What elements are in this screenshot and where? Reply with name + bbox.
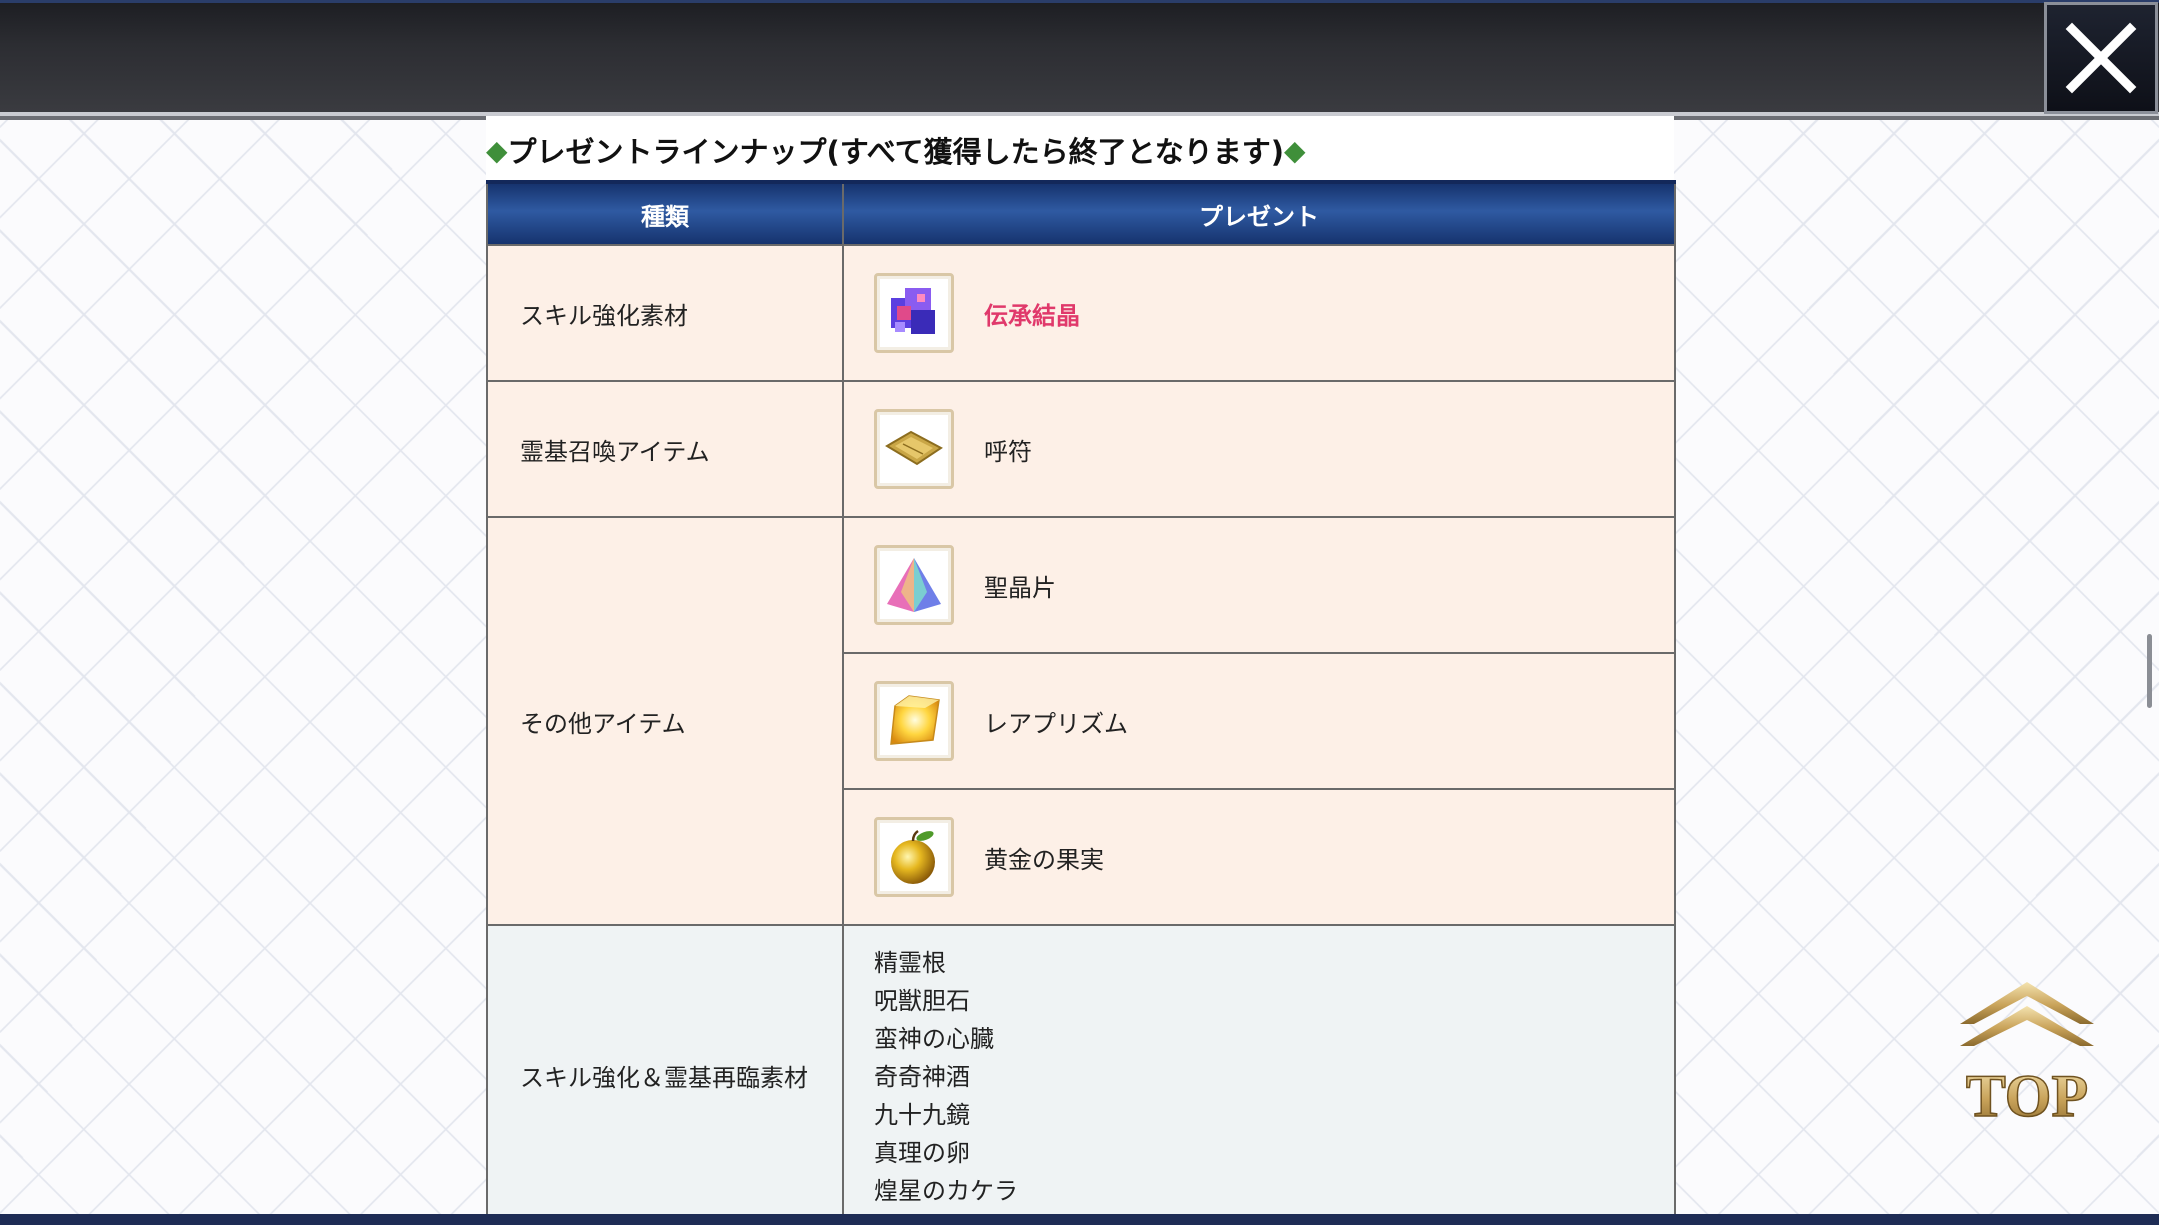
rare-prism-icon <box>874 681 954 761</box>
chevron-up-icon <box>1960 982 2094 1046</box>
scrollbar-thumb[interactable] <box>2147 634 2152 708</box>
present-cell: 伝承結晶 <box>842 244 1676 382</box>
list-item: 真理の卵 <box>874 1139 970 1167</box>
diamond-right-icon: ◆ <box>1284 133 1306 167</box>
header-present: プレゼント <box>842 180 1676 246</box>
present-name: 聖晶片 <box>984 573 1056 602</box>
list-item: 蛮神の心臓 <box>874 1025 994 1053</box>
materials-list: 精霊根 呪獣胆石 蛮神の心臓 奇奇神酒 九十九鏡 真理の卵 煌星のカケラ <box>844 926 1674 1210</box>
present-cell: 聖晶片 <box>842 516 1676 654</box>
close-icon <box>2065 22 2137 94</box>
materials-cell: 精霊根 呪獣胆石 蛮神の心臓 奇奇神酒 九十九鏡 真理の卵 煌星のカケラ <box>842 924 1676 1225</box>
summon-ticket-icon <box>874 409 954 489</box>
list-item: 奇奇神酒 <box>874 1063 970 1091</box>
present-cell: 呼符 <box>842 380 1676 518</box>
list-item: 九十九鏡 <box>874 1101 970 1129</box>
present-name: 伝承結晶 <box>984 301 1080 330</box>
bottom-bar <box>0 1214 2159 1225</box>
header-bar <box>0 0 2159 116</box>
table-row: 霊基召喚アイテム 呼符 <box>486 380 1676 518</box>
kind-cell: 霊基召喚アイテム <box>486 380 844 518</box>
table-row: スキル強化素材 伝承結晶 <box>486 244 1676 382</box>
kind-cell: その他アイテム <box>486 516 844 926</box>
kind-cell: スキル強化素材 <box>486 244 844 382</box>
present-lineup-table: 種類 プレゼント スキル強化素材 伝承結晶 霊基召喚アイテム 呼符 その他アイテ… <box>486 180 1676 1225</box>
present-name: レアプリズム <box>984 709 1128 738</box>
back-to-top-button[interactable]: TOP <box>1952 976 2102 1130</box>
present-cell: 黄金の果実 <box>842 788 1676 926</box>
table-row: その他アイテム 聖晶片 <box>486 516 1676 926</box>
saint-quartz-fragment-icon <box>874 545 954 625</box>
present-cell: レアプリズム <box>842 652 1676 790</box>
kind-cell: スキル強化＆霊基再臨素材 <box>486 924 844 1225</box>
header-kind: 種類 <box>486 180 844 246</box>
top-label: TOP <box>1966 1063 2088 1126</box>
list-item: 精霊根 <box>874 949 946 977</box>
legend-crystal-icon <box>874 273 954 353</box>
golden-fruit-icon <box>874 817 954 897</box>
table-row: スキル強化＆霊基再臨素材 精霊根 呪獣胆石 蛮神の心臓 奇奇神酒 九十九鏡 真理… <box>486 924 1676 1225</box>
diamond-left-icon: ◆ <box>486 133 508 167</box>
list-item: 煌星のカケラ <box>874 1177 1018 1205</box>
list-item: 呪獣胆石 <box>874 987 970 1015</box>
section-title-text: プレゼントラインナップ(すべて獲得したら終了となります) <box>507 135 1284 169</box>
section-title: ◆ プレゼントラインナップ(すべて獲得したら終了となります) ◆ <box>486 130 1306 170</box>
close-button[interactable] <box>2044 2 2158 114</box>
present-name: 呼符 <box>984 437 1032 466</box>
present-name: 黄金の果実 <box>984 845 1104 874</box>
